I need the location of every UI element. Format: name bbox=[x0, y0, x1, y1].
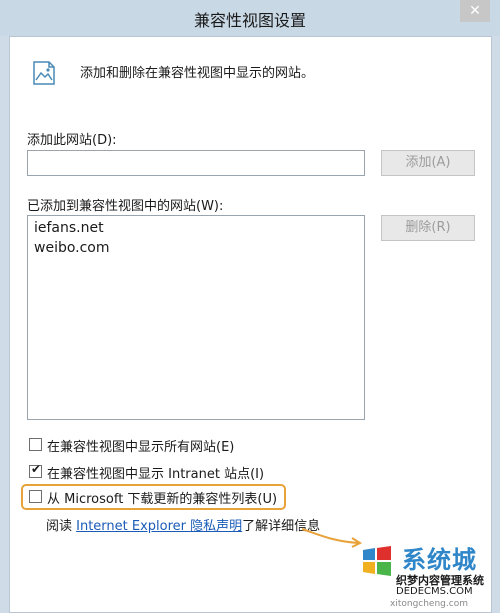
checkbox[interactable]: ✔ bbox=[29, 462, 42, 478]
added-sites-label: 已添加到兼容性视图中的网站(W): bbox=[27, 199, 224, 214]
watermark-line3: xitongcheng.com bbox=[390, 599, 468, 609]
add-button[interactable]: 添加(A) bbox=[381, 150, 475, 176]
privacy-prefix: 阅读 bbox=[46, 519, 77, 534]
list-item[interactable]: weibo.com bbox=[34, 240, 110, 256]
picture-icon bbox=[33, 61, 55, 85]
header-description: 添加和删除在兼容性视图中显示的网站。 bbox=[80, 66, 315, 81]
option-label: 在兼容性视图中显示 Intranet 站点(I) bbox=[47, 467, 265, 482]
option-label: 从 Microsoft 下载更新的兼容性列表(U) bbox=[47, 492, 278, 507]
dialog-content: 添加和删除在兼容性视图中显示的网站。 添加此网站(D): 添加(A) 已添加到兼… bbox=[9, 36, 492, 613]
close-button[interactable]: ✕ bbox=[460, 0, 490, 22]
dialog-title: 兼容性视图设置 bbox=[193, 11, 306, 30]
title-bar[interactable]: 兼容性视图设置 ✕ bbox=[0, 0, 500, 36]
watermark-brand: 系统城 bbox=[402, 546, 477, 574]
site-list[interactable]: iefans.net weibo.com bbox=[27, 215, 365, 420]
windows-logo-icon bbox=[363, 546, 391, 576]
option-label: 在兼容性视图中显示所有网站(E) bbox=[47, 440, 235, 455]
list-item[interactable]: iefans.net bbox=[34, 220, 104, 236]
checkbox[interactable] bbox=[29, 490, 42, 503]
add-site-input[interactable] bbox=[27, 150, 365, 176]
compat-view-dialog: 兼容性视图设置 ✕ 添加和删除在兼容性视图中显示的网站。 添加此网站(D): 添… bbox=[0, 0, 500, 613]
add-site-label: 添加此网站(D): bbox=[27, 133, 117, 148]
watermark-line2: DEDECMS.COM bbox=[396, 586, 473, 597]
privacy-statement: 阅读 Internet Explorer 隐私声明了解详细信息 bbox=[46, 515, 320, 534]
checkbox[interactable] bbox=[29, 438, 42, 451]
checkmark-icon: ✔ bbox=[31, 462, 42, 476]
privacy-link[interactable]: Internet Explorer 隐私声明 bbox=[76, 519, 242, 534]
watermark: 系统城 织梦内容管理系统 DEDECMS.COM xitongcheng.com bbox=[352, 536, 498, 612]
remove-button[interactable]: 删除(R) bbox=[381, 215, 475, 241]
